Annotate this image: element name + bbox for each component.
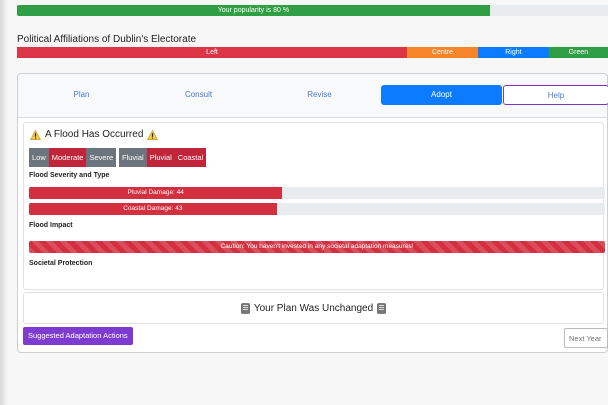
tab-help[interactable]: Help	[503, 85, 608, 105]
pluvial-damage-bar: Pluvial Damage: 44	[29, 187, 605, 199]
type-fluvial: Fluvial	[119, 148, 147, 167]
warning-icon	[30, 129, 41, 140]
tab-revise[interactable]: Revise	[261, 85, 378, 105]
severity-type-label: Flood Severity and Type	[29, 172, 110, 179]
left-shadow	[0, 0, 8, 405]
tab-adopt[interactable]: Adopt	[381, 85, 502, 105]
popularity-progress: Your popularity is 80 %	[17, 5, 608, 16]
societal-protection-label: Societal Protection	[29, 260, 93, 267]
plan-status-text: Your Plan Was Unchanged	[253, 302, 374, 314]
book-icon	[241, 302, 250, 314]
affiliations-title: Political Affiliations of Dublin's Elect…	[17, 34, 197, 45]
severity-group: Low Moderate Severe	[29, 148, 117, 167]
flood-impact-label: Flood Impact	[29, 222, 73, 229]
affiliation-right: Right	[477, 47, 549, 58]
policy-card: Plan Consult Revise Adopt Help A Flood H…	[17, 73, 608, 353]
severity-low: Low	[29, 148, 49, 167]
severity-severe: Severe	[86, 148, 117, 167]
affiliation-centre: Centre	[407, 47, 478, 58]
plan-status-row: Your Plan Was Unchanged	[23, 292, 604, 324]
flood-title-text: A Flood Has Occurred	[45, 129, 144, 140]
tab-plan[interactable]: Plan	[23, 85, 140, 105]
flood-title: A Flood Has Occurred	[30, 129, 159, 140]
coastal-damage-fill: Coastal Damage: 43	[29, 203, 277, 215]
flood-type-group: Fluvial Pluvial Coastal	[119, 148, 207, 167]
affiliation-left: Left	[17, 47, 408, 58]
flood-section: A Flood Has Occurred Low Moderate Severe…	[23, 122, 605, 290]
warning-icon	[147, 129, 159, 140]
suggested-actions-button[interactable]: Suggested Adaptation Actions	[23, 327, 133, 345]
coastal-damage-bar: Coastal Damage: 43	[29, 203, 605, 215]
affiliation-green: Green	[548, 47, 608, 58]
tab-consult[interactable]: Consult	[140, 85, 257, 105]
caution-bar: Caution: You haven't invested in any soc…	[29, 241, 605, 253]
next-year-input[interactable]	[564, 328, 608, 348]
severity-moderate: Moderate	[48, 148, 87, 167]
phase-tabs: Plan Consult Revise Adopt Help	[18, 74, 608, 118]
type-pluvial: Pluvial	[146, 148, 175, 167]
popularity-fill: Your popularity is 80 %	[17, 5, 490, 16]
pluvial-damage-fill: Pluvial Damage: 44	[29, 187, 283, 199]
type-coastal: Coastal	[174, 148, 207, 167]
book-icon	[377, 302, 386, 314]
affiliations-bar: Left Centre Right Green	[17, 47, 608, 58]
